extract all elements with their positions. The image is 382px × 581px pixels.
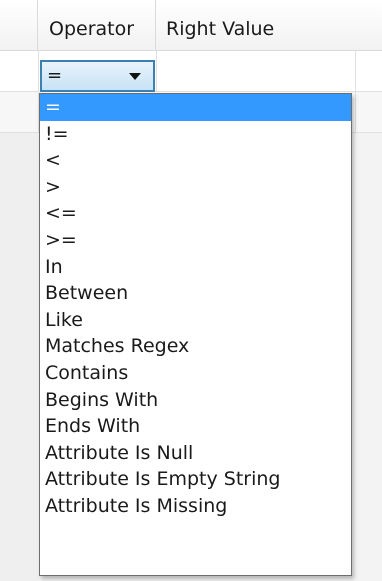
dropdown-option[interactable]: = [40, 94, 351, 121]
dropdown-option[interactable]: != [40, 121, 351, 148]
dropdown-option[interactable]: > [40, 174, 351, 201]
header-operator[interactable]: Operator [38, 0, 156, 50]
dropdown-option[interactable]: Attribute Is Null [40, 440, 351, 467]
grid-background: Operator Right Value = = != < > <= >= In Betwee… [0, 0, 382, 581]
operator-select[interactable]: = [40, 60, 155, 92]
chevron-down-icon[interactable] [129, 73, 141, 80]
dropdown-option[interactable]: In [40, 254, 351, 281]
dropdown-option[interactable]: Attribute Is Missing [40, 493, 351, 520]
dropdown-option[interactable]: Ends With [40, 413, 351, 440]
header-cell-empty [0, 0, 38, 50]
dropdown-option[interactable]: Begins With [40, 387, 351, 414]
table-header: Operator Right Value [0, 0, 382, 51]
dropdown-option[interactable]: >= [40, 227, 351, 254]
dropdown-option[interactable]: Like [40, 307, 351, 334]
dropdown-option[interactable]: Matches Regex [40, 333, 351, 360]
dropdown-option[interactable]: Between [40, 280, 351, 307]
dropdown-option[interactable]: < [40, 147, 351, 174]
dropdown-option[interactable]: <= [40, 200, 351, 227]
operator-select-value: = [47, 65, 63, 86]
header-right-value[interactable]: Right Value [156, 0, 382, 50]
column-divider [156, 51, 157, 91]
column-divider [38, 51, 39, 91]
operator-dropdown-list[interactable]: = != < > <= >= In Between Like Matches Regex Conta… [39, 93, 352, 576]
column-divider [355, 92, 356, 132]
dropdown-option[interactable]: Attribute Is Empty String [40, 466, 351, 493]
dropdown-option[interactable]: Contains [40, 360, 351, 387]
column-divider [355, 51, 356, 91]
